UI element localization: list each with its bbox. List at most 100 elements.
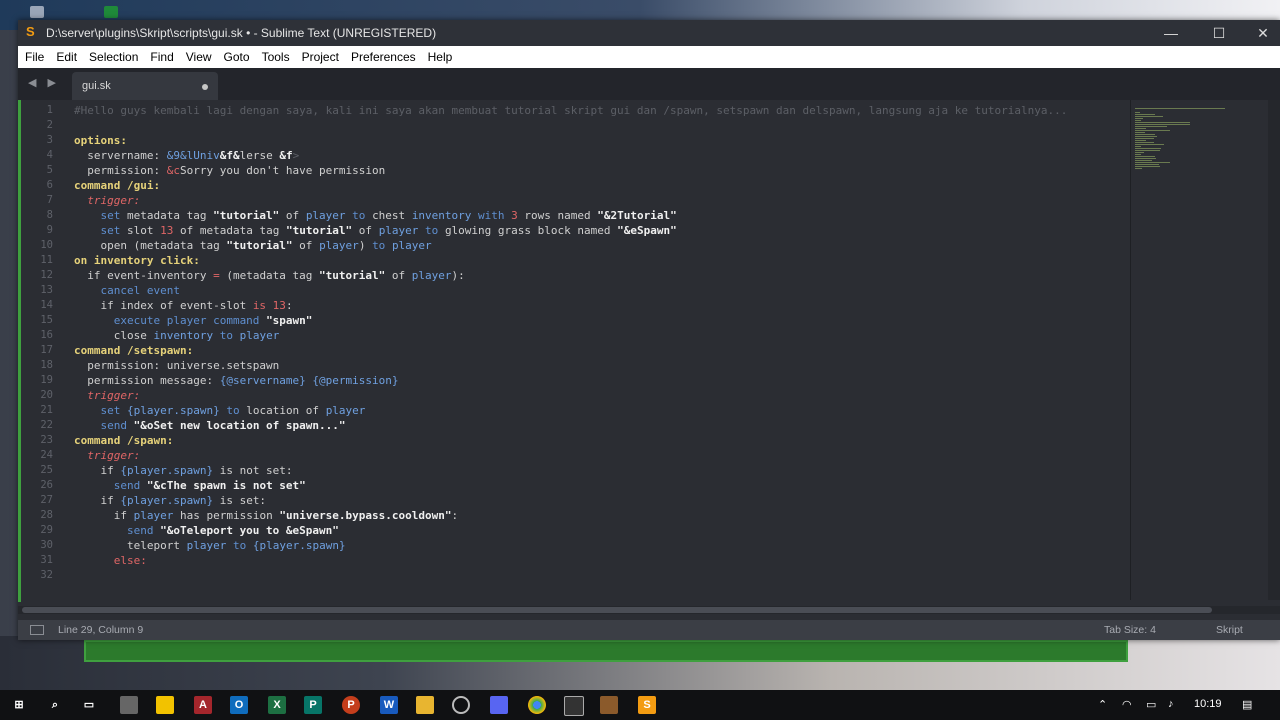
minimap[interactable] [1130,100,1231,600]
code-line[interactable]: command /spawn: [74,434,173,447]
code-line[interactable]: open (metadata tag "tutorial" of player)… [74,239,432,252]
maximize-button[interactable]: ☐ [1196,20,1242,46]
code-token: with [471,209,512,222]
minimize-button[interactable]: — [1148,20,1194,46]
publisher-icon[interactable]: P [304,696,322,714]
editor-area[interactable]: 1 2 3 4 5 6 7 8 9 10 11 12 13 14 15 16 17 18 19 20 21 22 23 24 2… [18,100,1280,620]
desktop-icon[interactable] [104,6,118,18]
line-number: 20 [40,389,53,401]
line-number: 1 [46,104,53,116]
line-number: 24 [40,449,53,461]
notification-icon[interactable]: ▤ [1242,698,1252,711]
code-line[interactable]: if event-inventory = (metadata tag "tuto… [74,269,465,282]
menu-view[interactable]: View [181,46,217,68]
code-line[interactable]: trigger: [74,449,140,462]
sublime-taskbar-icon[interactable]: S [638,696,656,714]
code-line[interactable]: if player has permission "universe.bypas… [74,509,458,522]
code-line[interactable]: options: [74,134,127,147]
chrome-icon[interactable] [528,696,546,714]
panel-toggle-icon[interactable] [30,625,44,635]
file-explorer-icon[interactable] [416,696,434,714]
code-line[interactable]: command /setspawn: [74,344,193,357]
chevron-up-icon[interactable]: ⌃ [1098,698,1107,711]
outlook-icon[interactable]: O [230,696,248,714]
word-icon[interactable]: W [380,696,398,714]
menu-find[interactable]: Find [145,46,178,68]
code-line[interactable]: permission: &cSorry you don't have permi… [74,164,385,177]
scroll-thumb[interactable] [22,607,1212,613]
code-line[interactable]: set metadata tag "tutorial" of player to… [74,209,676,222]
code-line[interactable]: command /gui: [74,179,160,192]
code-line[interactable]: on inventory click: [74,254,200,267]
code-token: of metadata tag [173,224,286,237]
menu-tools[interactable]: Tools [257,46,295,68]
code-token: &f [279,149,293,162]
code-line[interactable]: else: [74,554,147,567]
code-token: {player.spawn} [120,464,214,477]
minimap-line [1135,144,1165,145]
code-line[interactable]: teleport player to {player.spawn} [74,539,346,552]
code-line[interactable]: #Hello guys kembali lagi dengan saya, ka… [74,104,1067,117]
menu-help[interactable]: Help [423,46,458,68]
code-line[interactable]: send "&oSet new location of spawn..." [74,419,345,432]
discord-icon[interactable] [490,696,508,714]
menu-selection[interactable]: Selection [84,46,143,68]
sticky-notes-icon[interactable] [156,696,174,714]
menu-preferences[interactable]: Preferences [346,46,421,68]
line-number: 30 [40,539,53,551]
syntax-mode[interactable]: Skript [1216,624,1243,636]
unsaved-dot-icon[interactable] [202,84,208,90]
code-line[interactable]: permission: universe.setspawn [74,359,279,372]
code-line[interactable]: set {player.spawn} to location of player [74,404,365,417]
line-number: 4 [46,149,53,161]
clock[interactable]: 10:19 [1194,698,1222,710]
code-line[interactable]: if index of event-slot is 13: [74,299,292,312]
code-token: player [391,239,432,252]
close-button[interactable]: ✕ [1240,20,1280,46]
menu-project[interactable]: Project [297,46,344,68]
access-icon[interactable]: A [194,696,212,714]
cursor-position[interactable]: Line 29, Column 9 [58,624,143,636]
terminal-icon[interactable] [564,696,584,716]
tab-gui-sk[interactable]: gui.sk [72,72,218,100]
line-number: 32 [40,569,53,581]
volume-icon[interactable]: ♪ [1168,698,1174,710]
code-line[interactable]: set slot 13 of metadata tag "tutorial" o… [74,224,676,237]
menu-bar: File Edit Selection Find View Goto Tools Projec… [18,46,1280,68]
menu-edit[interactable]: Edit [51,46,82,68]
menu-goto[interactable]: Goto [219,46,255,68]
minimap-line [1135,112,1140,113]
powerpoint-icon[interactable]: P [342,696,360,714]
horizontal-scrollbar[interactable] [18,606,1280,614]
code-line[interactable]: permission message: {@servername} {@perm… [74,374,398,387]
code-view[interactable]: #Hello guys kembali lagi dengan saya, ka… [74,104,1124,604]
code-line[interactable]: send "&oTeleport you to &eSpawn" [74,524,339,537]
task-view-icon[interactable]: ▭ [80,696,98,714]
tab-size[interactable]: Tab Size: 4 [1104,624,1156,636]
code-line[interactable]: trigger: [74,389,140,402]
search-icon[interactable]: ⌕ [46,696,64,714]
code-token: permission: universe.setspawn [74,359,280,372]
start-icon[interactable]: ⊞ [10,696,28,714]
excel-icon[interactable]: X [268,696,286,714]
app-circle-icon[interactable] [452,696,470,714]
code-line[interactable]: close inventory to player [74,329,280,342]
code-line[interactable]: cancel event [74,284,179,297]
minimap-line [1135,124,1190,125]
tab-nav-arrows-icon[interactable]: ◀ ▶ [28,76,60,89]
code-line[interactable]: trigger: [74,194,140,207]
desktop-icon[interactable] [30,6,44,18]
code-line[interactable]: execute player command "spawn" [74,314,313,327]
code-token: close [74,329,154,342]
wifi-icon[interactable]: ◠ [1122,698,1132,711]
minecraft-icon[interactable] [600,696,618,714]
code-line[interactable]: if {player.spawn} is not set: [74,464,292,477]
code-line[interactable]: servername: &9&lUniv&f&lerse &f> [74,149,299,162]
menu-file[interactable]: File [20,46,49,68]
app-icon[interactable] [120,696,138,714]
code-token: to [213,329,240,342]
code-line[interactable]: send "&cThe spawn is not set" [74,479,306,492]
battery-icon[interactable]: ▭ [1146,698,1156,711]
vertical-scrollbar[interactable] [1268,100,1280,600]
code-line[interactable]: if {player.spawn} is set: [74,494,266,507]
